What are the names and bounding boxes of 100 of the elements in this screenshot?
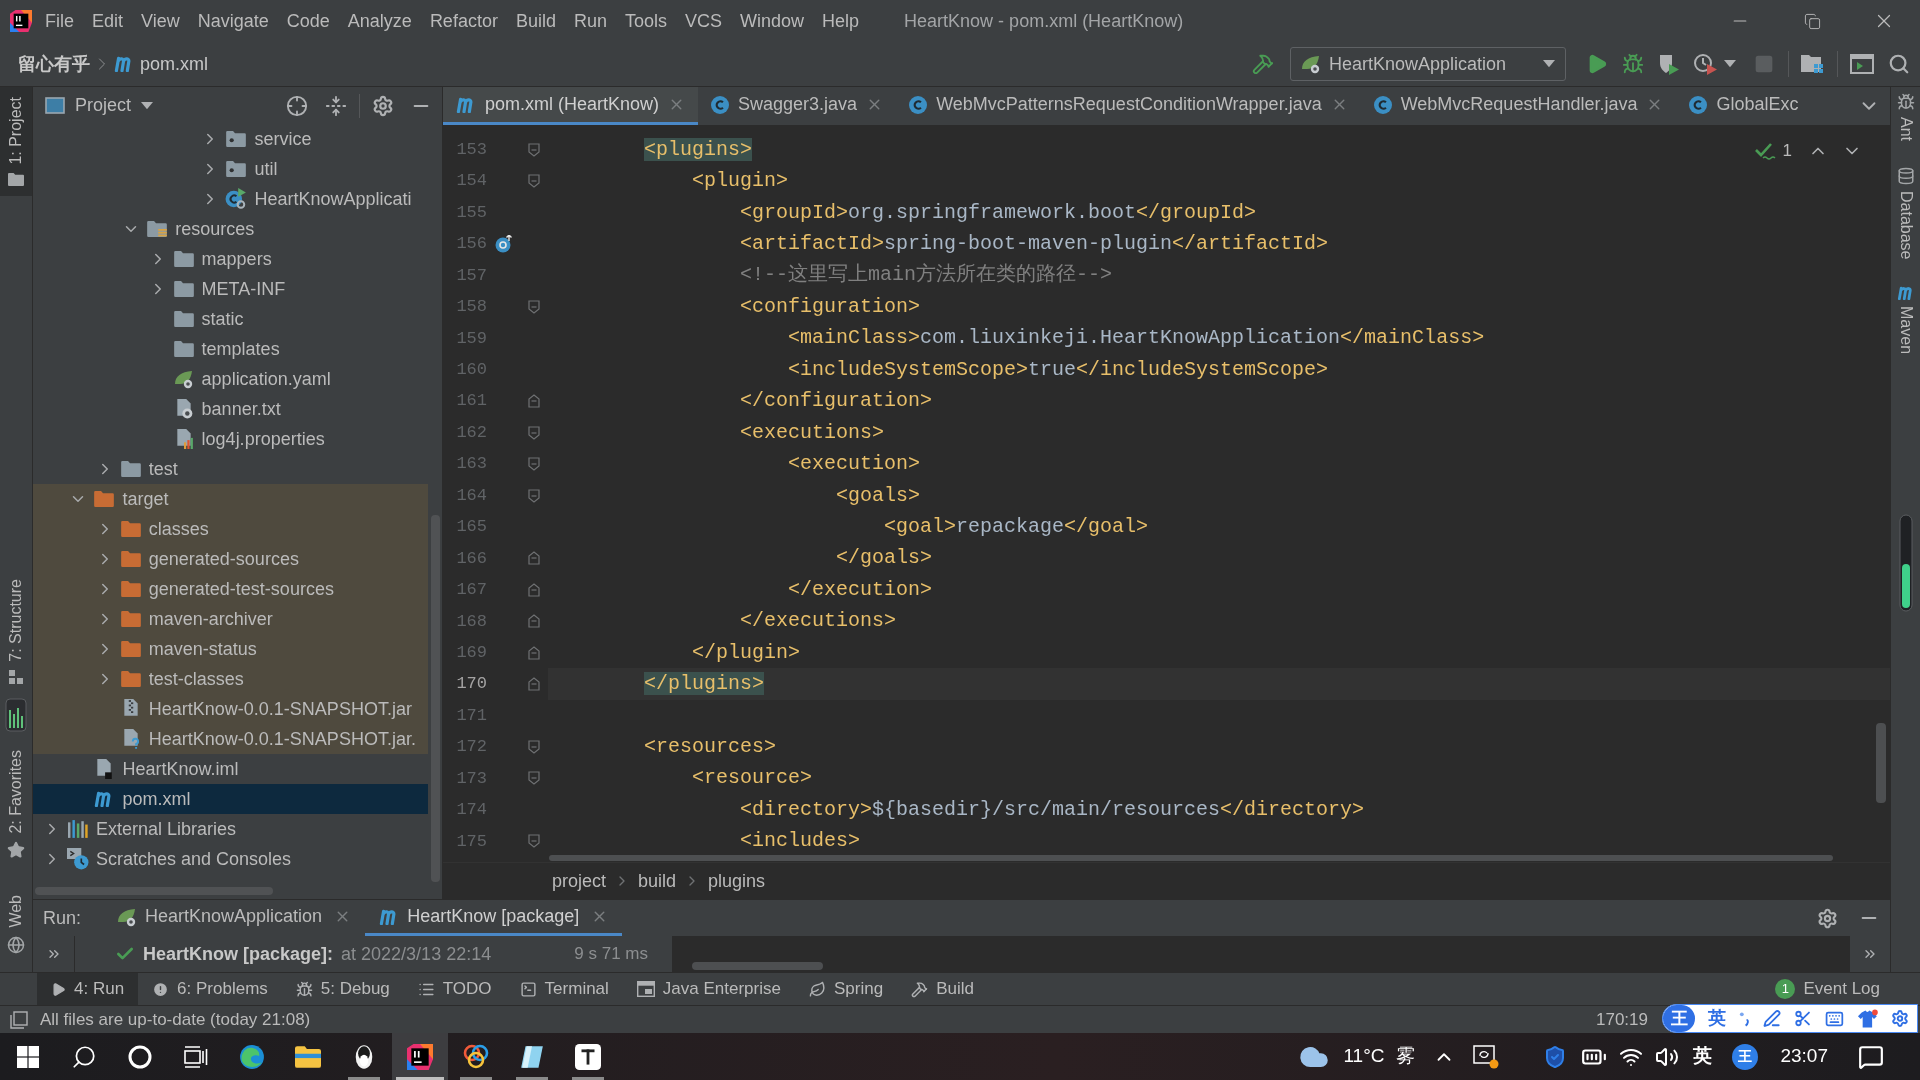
tree-item[interactable]: HeartKnowApplicati [33,184,428,214]
fold-marker-icon[interactable] [528,740,540,755]
fold-marker-icon[interactable] [528,677,540,692]
event-log-button[interactable]: 1 Event Log [1775,973,1880,1005]
shirt-icon[interactable] [1857,1008,1879,1029]
tool-window-button[interactable]: 2: Favorites [0,739,32,870]
input-mode[interactable]: 英 [1693,1042,1713,1071]
menu-item[interactable]: VCS [676,7,731,35]
tool-window-button[interactable]: Build [897,973,988,1005]
breadcrumb[interactable]: 留心有乎 [18,50,90,78]
breadcrumb[interactable]: build [638,867,677,895]
editor-tab[interactable]: GlobalExc [1676,87,1801,125]
tree-item[interactable]: Scratches and Consoles [33,844,428,874]
tree-item[interactable]: External Libraries [33,814,428,844]
menu-item[interactable]: Edit [83,7,133,35]
tree-item[interactable]: resources [33,214,428,244]
taskbar-button[interactable] [392,1033,448,1080]
editor-tab[interactable]: WebMvcRequestHandler.java [1360,87,1677,125]
menu-item[interactable]: Tools [615,7,676,35]
menu-item[interactable]: View [132,7,189,35]
fold-marker-icon[interactable] [528,299,540,314]
menu-item[interactable]: Window [731,7,814,35]
punctuation-icon[interactable] [1739,1010,1751,1027]
project-view-dropdown[interactable]: Project [45,92,154,119]
settings-icon[interactable] [372,94,394,117]
breadcrumb[interactable]: plugins [708,867,766,895]
screen-sync-icon[interactable] [1473,1044,1500,1069]
tree-item[interactable]: banner.txt [33,394,428,424]
tree-item[interactable]: mappers [33,244,428,274]
window-play-icon[interactable] [1850,54,1874,74]
scrollbar[interactable] [549,855,1833,861]
tool-window-button[interactable]: 5: Debug [281,973,404,1005]
menu-item[interactable]: Navigate [188,7,278,35]
hammer-icon[interactable] [1252,53,1274,75]
menu-item[interactable]: Analyze [338,7,421,35]
tool-window-button[interactable]: 7: Structure [0,569,32,694]
tree-item[interactable]: log4j.properties [33,424,428,454]
fold-marker-icon[interactable] [528,645,540,660]
folder-grid-icon[interactable] [1801,54,1825,74]
notification-icon[interactable] [1858,1043,1884,1070]
restore-icon[interactable] [1803,12,1821,30]
menu-item[interactable]: Build [506,7,565,35]
tool-window-button[interactable]: 1: Project [0,87,32,196]
fold-marker-icon[interactable] [528,614,540,629]
menu-item[interactable]: Help [813,7,869,35]
fold-marker-icon[interactable] [528,142,540,157]
clock-time[interactable]: 23:07 [1780,1042,1828,1071]
tool-window-button[interactable]: Web [0,885,32,964]
scrollbar[interactable] [692,962,823,970]
tree-item[interactable]: static [33,304,428,334]
clock-play-icon[interactable] [1694,53,1718,75]
run-configuration-dropdown[interactable]: HeartKnowApplication [1290,47,1566,81]
tree-item[interactable]: META-INF [33,274,428,304]
tool-window-button[interactable]: TODO [403,973,506,1005]
tree-item[interactable]: maven-archiver [33,604,428,634]
menu-item[interactable]: Code [277,7,339,35]
ime-logo[interactable]: 王 [1663,1005,1696,1032]
tree-item[interactable]: service [33,124,428,154]
breadcrumb[interactable]: pom.xml [114,50,208,78]
settings-icon[interactable] [1891,1009,1909,1028]
search-icon[interactable] [71,1043,97,1070]
tool-window-button[interactable]: Java Enterprise [622,973,795,1005]
fold-marker-icon[interactable] [528,834,540,849]
menu-item[interactable]: File [36,7,83,35]
caret-icon[interactable] [1724,60,1736,68]
squares-icon[interactable] [10,1010,28,1029]
ring-icon[interactable] [128,1044,152,1069]
tree-item[interactable]: util [33,154,428,184]
tree-item[interactable]: HeartKnow.iml [33,754,428,784]
collapse-icon[interactable] [325,94,347,117]
fold-marker-icon[interactable] [528,425,540,440]
caret-position[interactable]: 170:19 [1596,1006,1648,1033]
scrollbar[interactable] [1876,723,1886,803]
fold-marker-icon[interactable] [528,582,540,597]
locate-icon[interactable] [286,94,308,117]
fold-marker-icon[interactable] [528,488,540,503]
editor-tab[interactable]: WebMvcPatternsRequestConditionWrapper.java [896,87,1361,125]
tree-item[interactable]: classes [33,514,428,544]
run-tab[interactable]: HeartKnowApplication [103,900,366,936]
task-view-icon[interactable] [184,1045,208,1068]
tool-window-button[interactable]: Terminal [505,973,623,1005]
editor-tab[interactable]: Swagger3.java [698,87,897,125]
tree-item[interactable]: maven-status [33,634,428,664]
fold-marker-icon[interactable] [528,551,540,566]
windows-logo-icon[interactable] [17,1045,39,1068]
tree-item[interactable]: pom.xml [33,784,428,814]
tree-item[interactable]: test [33,454,428,484]
tree-item[interactable]: test-classes [33,664,428,694]
editor-tab[interactable]: pom.xml (HeartKnow) [443,87,699,125]
tool-window-button[interactable]: Maven [1893,285,1918,354]
breadcrumb[interactable]: project [552,867,607,895]
ime-logo[interactable]: 王 [1732,1043,1759,1070]
run-tab[interactable]: HeartKnow [package] [365,900,623,936]
scissors-icon[interactable] [1794,1009,1813,1028]
tree-item[interactable]: HeartKnow-0.0.1-SNAPSHOT.jar. [33,724,428,754]
tool-window-button[interactable]: 6: Problems [138,973,282,1005]
menu-item[interactable]: Refactor [420,7,507,35]
menu-item[interactable]: Run [564,7,616,35]
tree-item[interactable]: HeartKnow-0.0.1-SNAPSHOT.jar [33,694,428,724]
tree-item[interactable]: target [33,484,428,514]
